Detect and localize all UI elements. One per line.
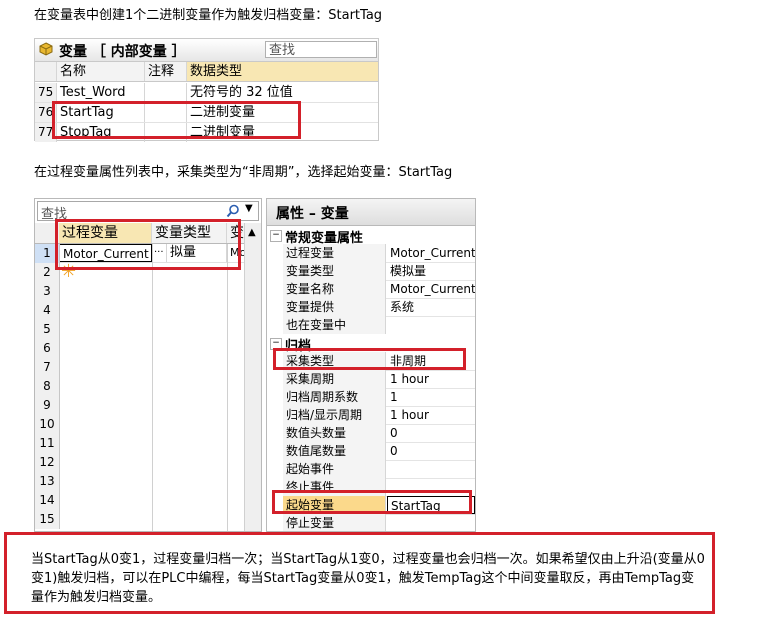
row-number[interactable]: 8	[35, 377, 60, 396]
intro-text-2: 在过程变量属性列表中，采集类型为“非周期”，选择起始变量：StartTag	[34, 165, 453, 180]
property-row[interactable]: 归档周期系数 1	[283, 388, 475, 407]
tag-search-input[interactable]: 查找	[265, 41, 377, 58]
tag-table-header: 名称 注释 数据类型	[35, 62, 378, 82]
row-number[interactable]: 5	[35, 320, 60, 339]
intro-text-1: 在变量表中创建1个二进制变量作为触发归档变量：StartTag	[34, 8, 383, 23]
row-number[interactable]: 14	[35, 491, 60, 510]
highlight-box	[272, 490, 472, 514]
row-number[interactable]: 9	[35, 396, 60, 415]
properties-title: 属性 – 变量	[276, 206, 349, 222]
property-row[interactable]: 变量名称 Motor_Current	[283, 280, 475, 299]
col-type-header[interactable]: 数据类型	[187, 62, 378, 81]
row-number[interactable]: 4	[35, 301, 60, 320]
scroll-up-icon[interactable]: ▲	[248, 227, 256, 238]
highlight-box	[55, 219, 241, 270]
property-row[interactable]: 数值尾数量 0	[283, 442, 475, 461]
dropdown-arrow-icon[interactable]: ▼	[245, 203, 253, 214]
row-number[interactable]: 3	[35, 282, 60, 301]
row-number[interactable]: 13	[35, 472, 60, 491]
tag-table-title: 变量 ［ 内部变量 ］	[59, 44, 186, 60]
collapse-icon[interactable]: −	[270, 230, 282, 242]
property-row[interactable]: 采集周期 1 hour	[283, 370, 475, 389]
row-number[interactable]: 10	[35, 415, 60, 434]
col-name-header[interactable]: 名称	[57, 62, 145, 81]
section-general[interactable]: − 常规变量属性	[267, 226, 475, 246]
row-number[interactable]: 15	[35, 510, 60, 529]
row-number[interactable]: 6	[35, 339, 60, 358]
property-row[interactable]: 归档/显示周期 1 hour	[283, 406, 475, 425]
cube-icon	[39, 42, 53, 56]
highlight-box	[273, 348, 466, 370]
table-row[interactable]: 75 Test_Word 无符号的 32 位值	[35, 83, 378, 103]
row-number[interactable]: 7	[35, 358, 60, 377]
property-row[interactable]: 也在变量中	[283, 316, 475, 335]
property-row[interactable]: 起始事件	[283, 460, 475, 479]
vertical-scrollbar[interactable]: ▲	[244, 223, 261, 531]
properties-title-bar: 属性 – 变量	[267, 199, 475, 226]
col-comment-header[interactable]: 注释	[145, 62, 187, 81]
property-row[interactable]: 数值头数量 0	[283, 424, 475, 443]
property-row[interactable]: 过程变量 Motor_Current	[283, 244, 475, 263]
property-row[interactable]: 变量类型 模拟量	[283, 262, 475, 281]
grid-search-input[interactable]: 查找 ▼	[37, 201, 259, 222]
property-row[interactable]: 停止变量	[283, 514, 475, 531]
property-row[interactable]: 变量提供 系统	[283, 298, 475, 317]
note-text: 当StartTag从0变1，过程变量归档一次；当StartTag从1变0，过程变…	[31, 552, 705, 605]
highlight-box	[52, 101, 301, 139]
row-number[interactable]: 11	[35, 434, 60, 453]
tag-table-titlebar: 变量 ［ 内部变量 ］ 查找	[35, 39, 378, 62]
row-number[interactable]: 12	[35, 453, 60, 472]
